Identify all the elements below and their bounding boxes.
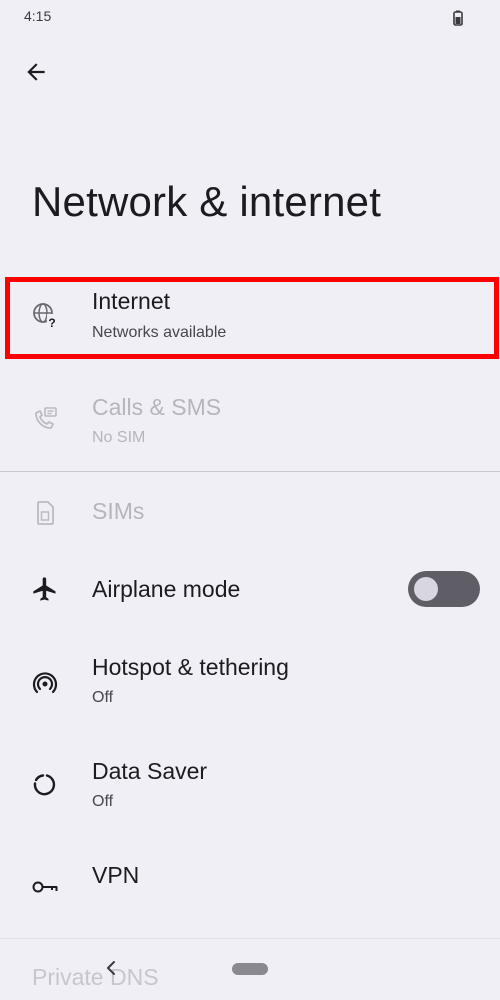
battery-icon bbox=[453, 10, 463, 26]
hotspot-subtitle: Off bbox=[92, 689, 114, 706]
sim-card-icon bbox=[30, 498, 60, 528]
data-saver-icon bbox=[30, 770, 60, 800]
calls-sms-subtitle: No SIM bbox=[92, 429, 146, 446]
settings-item-hotspot[interactable]: Hotspot & tethering Off bbox=[0, 648, 500, 714]
settings-screen: 4:15 Network & internet ? Internet Netwo… bbox=[0, 0, 500, 1000]
data-saver-subtitle: Off bbox=[92, 793, 114, 810]
arrow-back-icon bbox=[27, 63, 45, 81]
settings-item-data-saver[interactable]: Data Saver Off bbox=[0, 752, 500, 818]
calls-sms-title: Calls & SMS bbox=[92, 394, 222, 420]
airplane-mode-toggle[interactable] bbox=[408, 571, 480, 607]
settings-item-internet[interactable]: ? Internet Networks available bbox=[0, 282, 500, 348]
internet-subtitle: Networks available bbox=[92, 324, 227, 341]
toggle-knob bbox=[414, 577, 438, 601]
nav-back-icon[interactable] bbox=[102, 956, 120, 980]
airplane-mode-title: Airplane mode bbox=[92, 576, 241, 602]
phone-message-icon bbox=[30, 404, 60, 434]
vpn-key-icon bbox=[30, 872, 60, 902]
settings-item-calls-sms[interactable]: Calls & SMS No SIM bbox=[0, 388, 500, 454]
data-saver-title: Data Saver bbox=[92, 758, 208, 784]
hotspot-icon bbox=[30, 668, 60, 698]
svg-text:?: ? bbox=[48, 316, 55, 328]
nav-home-pill[interactable] bbox=[232, 963, 268, 975]
airplane-icon bbox=[30, 574, 60, 604]
globe-question-icon: ? bbox=[30, 299, 60, 329]
sims-title: SIMs bbox=[92, 498, 145, 524]
settings-item-sims[interactable]: SIMs bbox=[0, 490, 500, 534]
status-time: 4:15 bbox=[24, 8, 52, 24]
hotspot-title: Hotspot & tethering bbox=[92, 654, 289, 680]
section-divider bbox=[0, 471, 500, 472]
page-title: Network & internet bbox=[32, 178, 382, 225]
private-dns-title[interactable]: Private DNS bbox=[32, 964, 159, 991]
settings-item-vpn[interactable]: VPN bbox=[0, 856, 500, 906]
internet-title: Internet bbox=[92, 288, 170, 314]
back-button[interactable] bbox=[16, 52, 56, 92]
vpn-title: VPN bbox=[92, 862, 140, 888]
